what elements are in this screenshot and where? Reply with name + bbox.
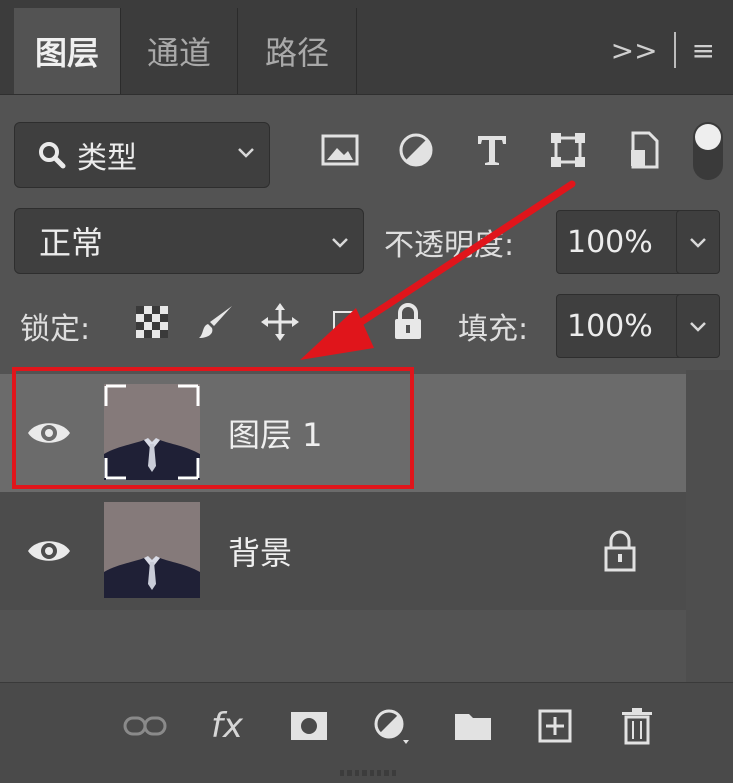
lock-icon-group <box>130 300 430 344</box>
opacity-dropdown-button[interactable] <box>676 210 720 274</box>
shape-filter-icon[interactable] <box>546 128 590 172</box>
chevron-down-icon <box>690 322 706 332</box>
chevron-down-icon <box>690 238 706 248</box>
chevron-down-icon <box>238 148 254 158</box>
chevron-down-icon <box>332 238 348 248</box>
filter-toggle[interactable] <box>693 122 723 180</box>
lock-all-icon[interactable] <box>386 300 430 344</box>
resize-grip[interactable] <box>340 770 396 776</box>
tab-bar: 图层 通道 路径 >> ≡ <box>0 0 733 95</box>
tab-channels[interactable]: 通道 <box>121 8 237 94</box>
filter-icon-group <box>318 128 666 172</box>
search-icon <box>39 142 66 169</box>
layers-scrollbar[interactable] <box>686 370 733 682</box>
fx-button[interactable]: fx <box>202 701 252 751</box>
opacity-label: 不透明度: <box>384 228 515 263</box>
lock-transparent-pixels-icon[interactable] <box>130 300 174 344</box>
opacity-value: 100% <box>567 224 653 260</box>
trash-icon[interactable] <box>612 701 662 751</box>
panel-tools: >> ≡ <box>611 30 715 70</box>
panel-menu-button[interactable]: ≡ <box>692 34 715 67</box>
layers-panel: 图层 通道 路径 >> ≡ 类型 正常 不透明度: 100% 锁定: 填充: 1… <box>0 0 733 783</box>
tab-divider <box>356 8 357 94</box>
adjustment-layer-icon[interactable] <box>366 701 416 751</box>
eye-icon[interactable] <box>26 534 72 568</box>
lock-image-pixels-icon[interactable] <box>194 300 238 344</box>
smart-object-filter-icon[interactable] <box>622 128 666 172</box>
toggle-knob <box>695 124 721 150</box>
layer-thumbnail[interactable] <box>104 502 200 598</box>
layer-row[interactable]: 背景 <box>0 492 686 610</box>
lock-icon <box>604 530 636 572</box>
expand-panel-button[interactable]: >> <box>611 34 658 67</box>
link-layers-icon[interactable] <box>120 701 170 751</box>
fill-label: 填充: <box>458 312 529 347</box>
new-layer-icon[interactable] <box>530 701 580 751</box>
lock-label: 锁定: <box>20 312 91 347</box>
lock-position-icon[interactable] <box>258 300 302 344</box>
adjustment-filter-icon[interactable] <box>394 128 438 172</box>
tab-paths[interactable]: 路径 <box>238 8 356 94</box>
blend-mode-select[interactable]: 正常 <box>14 208 364 274</box>
filter-kind-label: 类型 <box>77 141 137 176</box>
layer-name[interactable]: 背景 <box>228 528 292 574</box>
tools-divider <box>673 32 676 68</box>
type-filter-icon[interactable] <box>470 128 514 172</box>
lock-artboard-icon[interactable] <box>322 300 366 344</box>
filter-kind-select[interactable]: 类型 <box>14 122 270 188</box>
image-filter-icon[interactable] <box>318 128 362 172</box>
folder-icon[interactable] <box>448 701 498 751</box>
fill-value: 100% <box>567 308 653 344</box>
annotation-highlight-box <box>12 367 414 489</box>
fill-dropdown-button[interactable] <box>676 294 720 358</box>
bottom-icon-group: fx <box>120 701 662 751</box>
add-mask-icon[interactable] <box>284 701 334 751</box>
bottom-toolbar: fx <box>0 682 733 783</box>
blend-mode-value: 正常 <box>39 224 104 262</box>
tab-layers[interactable]: 图层 <box>14 8 120 94</box>
